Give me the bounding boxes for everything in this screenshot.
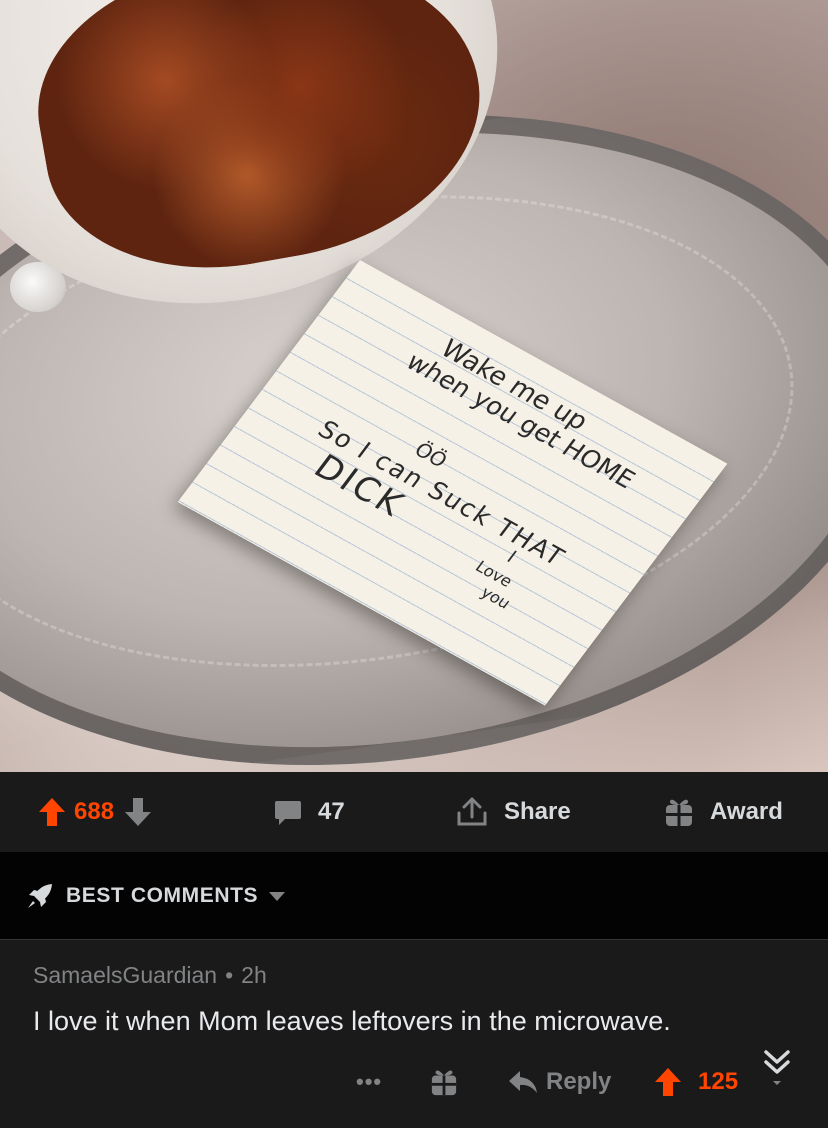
gift-icon: [664, 796, 694, 828]
comment-age: 2h: [241, 962, 267, 988]
downvote-arrow-icon[interactable]: [124, 797, 152, 827]
comment-award-button[interactable]: [430, 1050, 458, 1114]
share-icon: [456, 796, 488, 828]
comment-upvote-count: 125: [698, 1068, 739, 1095]
reply-label: Reply: [546, 1068, 612, 1095]
share-button[interactable]: Share: [456, 772, 571, 852]
upvote-count: 688: [74, 798, 115, 825]
note-line: I: [502, 547, 521, 567]
award-label: Award: [710, 798, 783, 825]
more-options-button[interactable]: •••: [356, 1050, 382, 1114]
note-line: you: [477, 582, 515, 613]
comment-vote: 125: [654, 1050, 738, 1114]
caret-down-icon: [268, 890, 286, 902]
upvote-arrow-icon[interactable]: [38, 797, 66, 827]
gift-icon: [430, 1067, 458, 1097]
comment-actions: ••• Reply 125: [0, 1050, 828, 1114]
comments-button[interactable]: 47: [274, 772, 345, 852]
double-chevron-down-icon: [762, 1046, 792, 1090]
comment-author[interactable]: SamaelsGuardian: [33, 962, 217, 988]
rocket-icon: [26, 882, 54, 910]
sort-label: BEST COMMENTS: [66, 883, 259, 907]
reply-arrow-icon: [508, 1069, 538, 1095]
collapse-thread-button[interactable]: [762, 1036, 792, 1100]
comment-meta: SamaelsGuardian • 2h: [33, 962, 267, 989]
vote-group: 688: [38, 772, 152, 852]
post-image[interactable]: Wake me up when you get HOME ÖÖ So I can…: [0, 0, 828, 772]
comment: SamaelsGuardian • 2h I love it when Mom le…: [0, 940, 828, 1128]
comment-sort-bar[interactable]: BEST COMMENTS: [0, 852, 828, 940]
comment-body: I love it when Mom leaves leftovers in t…: [33, 1006, 671, 1036]
reply-button[interactable]: Reply: [508, 1050, 611, 1114]
share-label: Share: [504, 798, 571, 825]
award-button[interactable]: Award: [664, 772, 783, 852]
upvote-arrow-icon[interactable]: [654, 1067, 682, 1097]
meta-separator: •: [225, 962, 234, 988]
comment-bubble-icon: [274, 798, 302, 826]
post-action-bar: 688 47 Share Award: [0, 772, 828, 852]
comment-count: 47: [318, 798, 345, 825]
